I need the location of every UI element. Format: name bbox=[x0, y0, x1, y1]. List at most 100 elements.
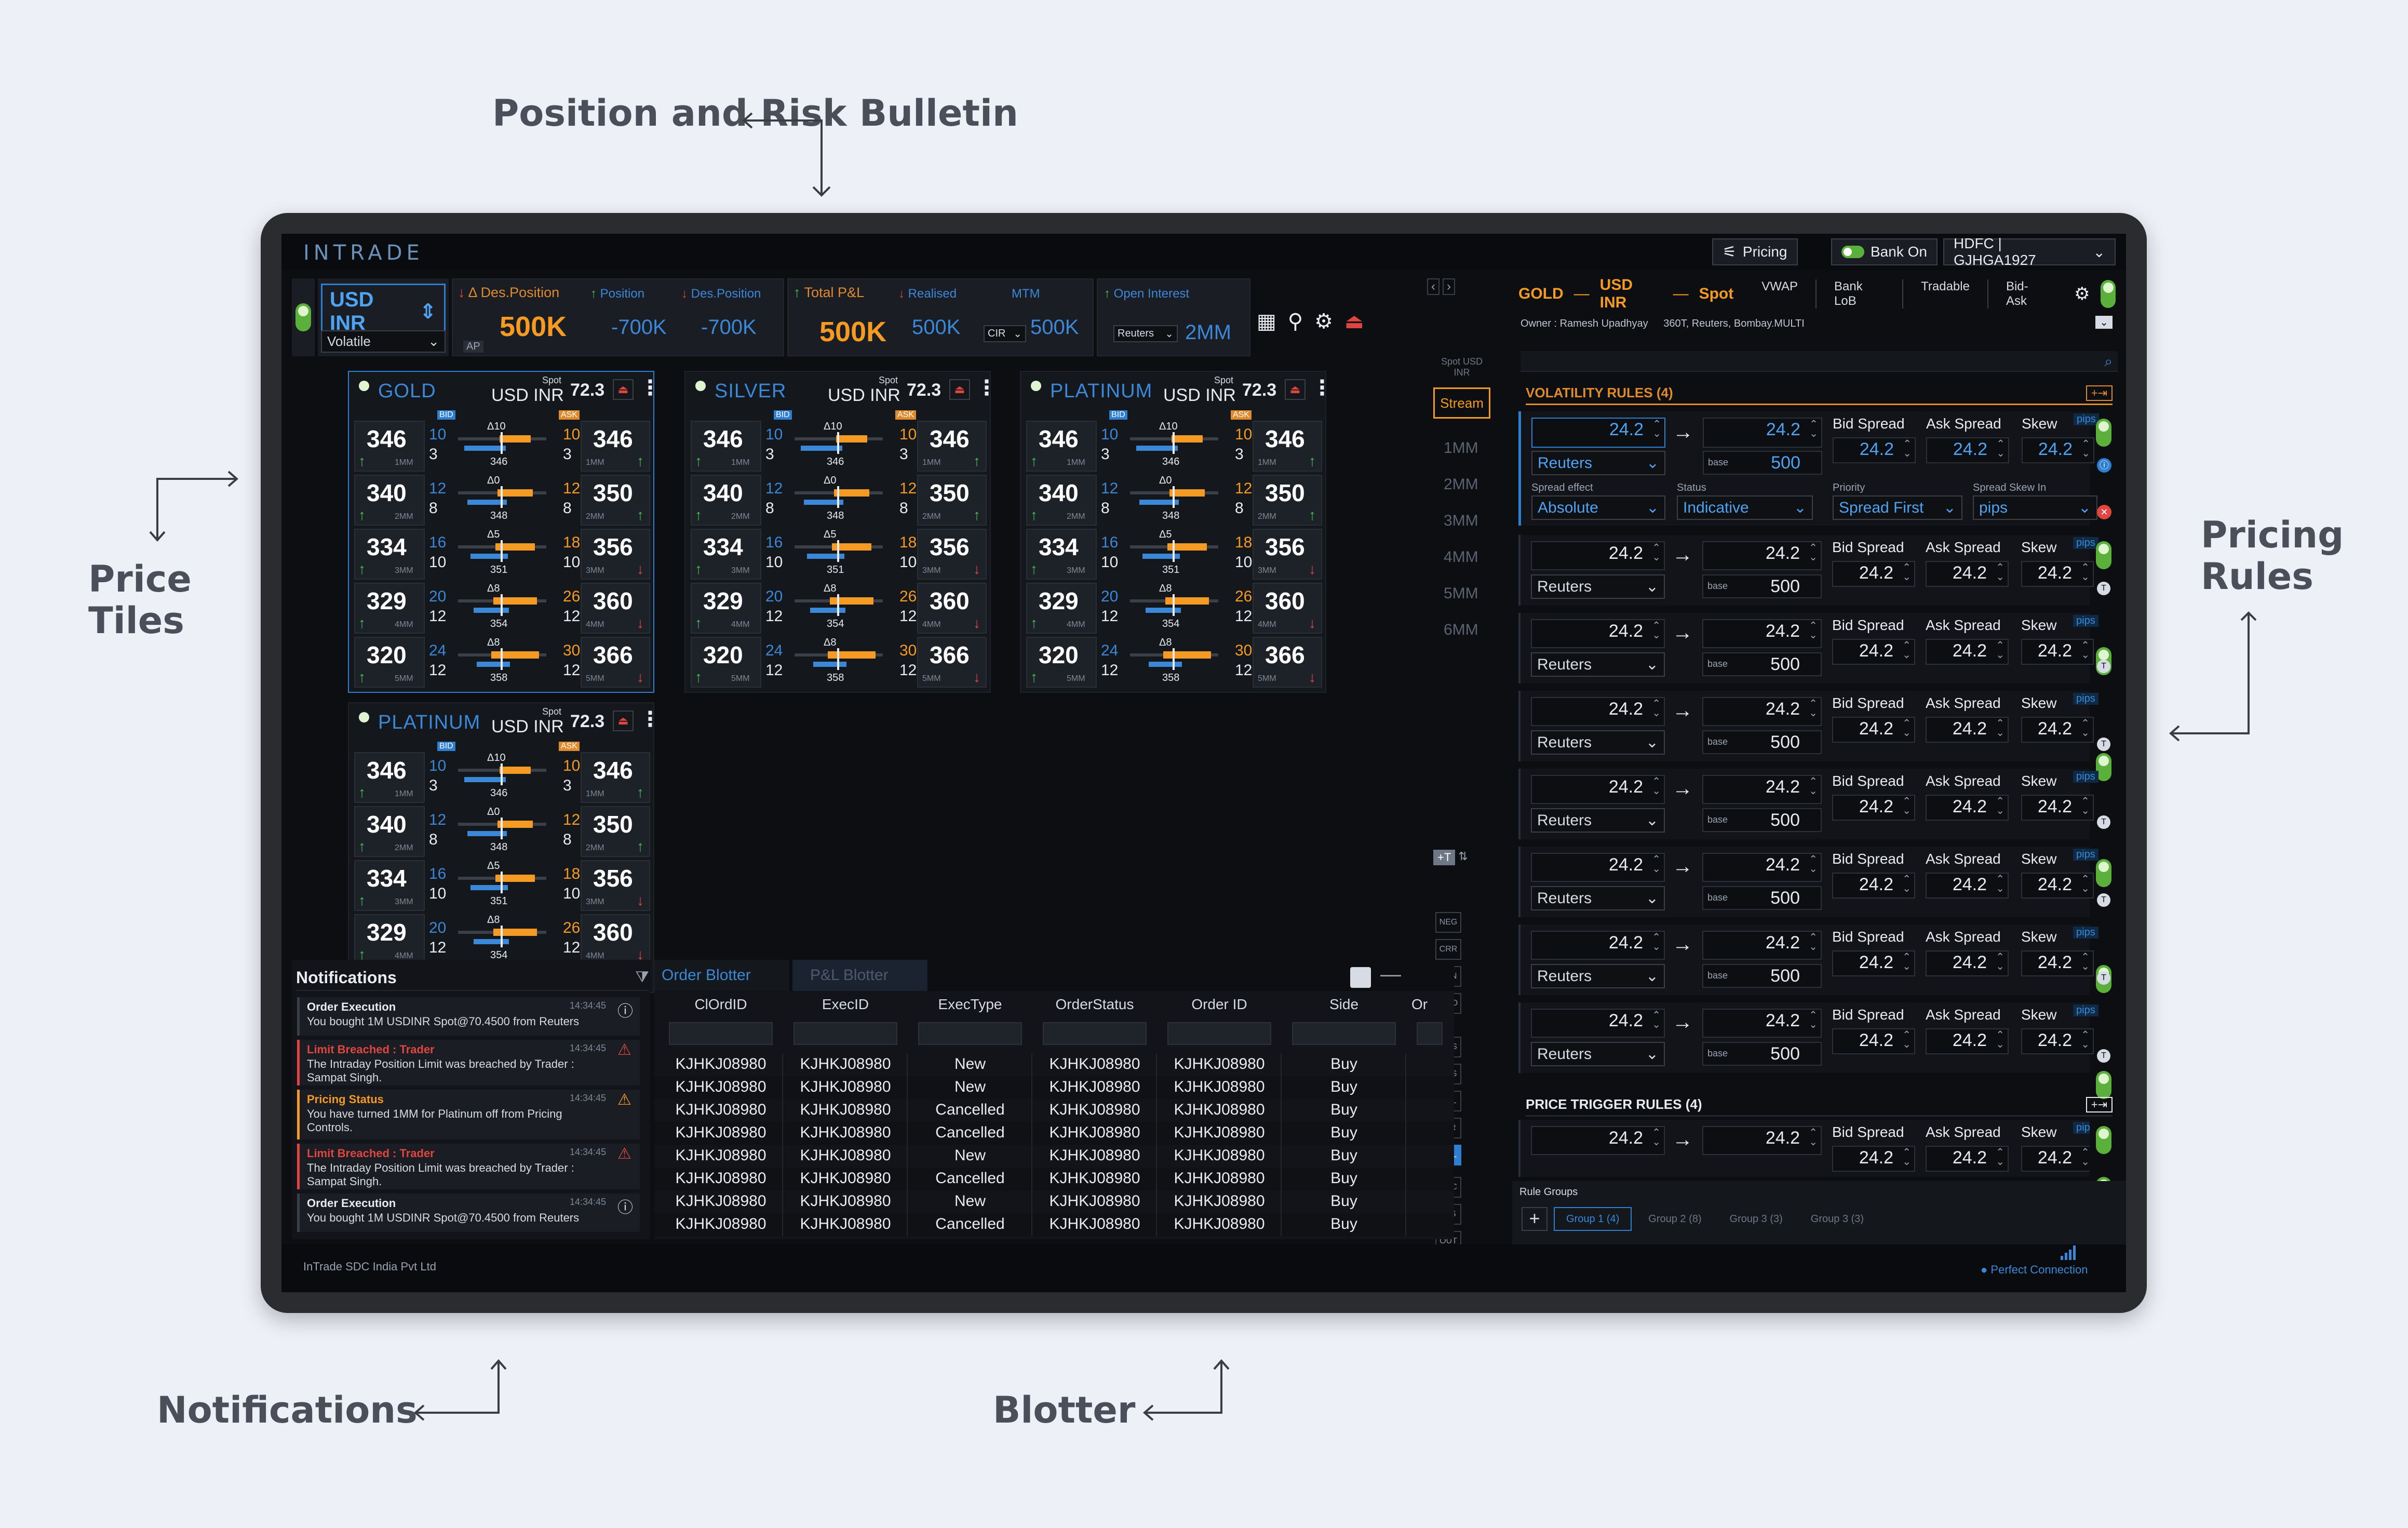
column-filter-input[interactable] bbox=[1043, 1022, 1147, 1045]
ladder-tag[interactable]: CRR bbox=[1435, 939, 1461, 960]
ask-spread-input[interactable]: 24.2 ⌃ ⌄ bbox=[1926, 1146, 2009, 1172]
rule-right-input[interactable]: 24.2 ⌃ ⌄ bbox=[1702, 775, 1822, 804]
trigger-toggle[interactable] bbox=[2096, 1126, 2111, 1154]
skew-in-select[interactable]: pips ⌄ bbox=[1973, 495, 2097, 520]
rule-left-input[interactable]: 24.2 ⌃ ⌄ bbox=[1531, 619, 1665, 648]
pin-icon[interactable]: ⚲ bbox=[1288, 310, 1303, 333]
spread-effect-select[interactable]: Absolute ⌄ bbox=[1531, 495, 1665, 520]
notification-card[interactable]: Limit Breached : Trader 14:34:45 ⚠ The Intr… bbox=[297, 1144, 640, 1189]
bid-spread-input[interactable]: 24.2 ⌃ ⌄ bbox=[1832, 717, 1915, 743]
rule-left-input[interactable]: 24.2 ⌃ ⌄ bbox=[1531, 1009, 1665, 1038]
ladder-tag[interactable]: NEG bbox=[1435, 912, 1461, 933]
rule-base-input[interactable]: base 500 bbox=[1702, 730, 1822, 754]
rule-source-select[interactable]: Reuters ⌄ bbox=[1531, 451, 1665, 475]
filter-icon[interactable]: ⧩ bbox=[635, 969, 649, 986]
skew-input[interactable]: 24.2 ⌃ ⌄ bbox=[2021, 1146, 2090, 1172]
column-header[interactable]: ExecType bbox=[913, 996, 1027, 1013]
ladder-tenor[interactable]: 1MM bbox=[1444, 439, 1478, 457]
bid-spread-input[interactable]: 24.2 ⌃ ⌄ bbox=[1832, 1028, 1915, 1054]
column-header[interactable]: OrderStatus bbox=[1038, 996, 1152, 1013]
table-row[interactable]: KJHKJ08980 KJHKJ08980 New KJHKJ08980 KJHKJ08… bbox=[654, 1145, 1454, 1168]
bid-price-button[interactable]: 329 ↑ 4MM bbox=[1026, 583, 1097, 634]
skew-input[interactable]: 24.2 ⌃ ⌄ bbox=[2021, 717, 2094, 743]
bid-price-button[interactable]: 320 ↑ 5MM bbox=[691, 637, 761, 688]
ladder-tenor[interactable]: 4MM bbox=[1444, 548, 1478, 566]
rule-source-select[interactable]: Reuters ⌄ bbox=[1531, 964, 1665, 988]
rule-right-input[interactable]: 24.2 ⌃ ⌄ bbox=[1702, 541, 1822, 570]
price-tile[interactable]: PLATINUMSpotUSD INR72.3⏏⋮BIDASK346↑1MM10… bbox=[1020, 371, 1326, 693]
rule-base-input[interactable]: base 500 bbox=[1703, 451, 1822, 475]
rule-group-tab[interactable]: Group 3 (3) bbox=[1799, 1207, 1875, 1231]
table-row[interactable]: KJHKJ08980 KJHKJ08980 Cancelled KJHKJ08980 K… bbox=[654, 1099, 1454, 1122]
bid-price-button[interactable]: 329 ↑ 4MM bbox=[691, 583, 761, 634]
more-icon[interactable]: ⋮ bbox=[1312, 376, 1325, 400]
rule-left-input[interactable]: 24.2 ⌃ ⌄ bbox=[1531, 931, 1665, 960]
ask-price-button[interactable]: 356 3MM ↓ bbox=[1253, 529, 1322, 580]
ask-price-button[interactable]: 360 4MM ↓ bbox=[1253, 583, 1322, 634]
rules-toggle[interactable] bbox=[2100, 280, 2116, 308]
table-row[interactable]: KJHKJ08980 KJHKJ08980 Cancelled KJHKJ08980 K… bbox=[654, 1213, 1454, 1236]
rule-enable-toggle[interactable] bbox=[2096, 541, 2111, 569]
ask-price-button[interactable]: 350 2MM ↑ bbox=[581, 806, 650, 857]
price-tile[interactable]: PLATINUMSpotUSD INR72.3⏏⋮BIDASK346↑1MM10… bbox=[348, 702, 654, 993]
bid-price-button[interactable]: 320 ↑ 5MM bbox=[1026, 637, 1097, 688]
bid-spread-input[interactable]: 24.2 ⌃ ⌄ bbox=[1832, 561, 1915, 587]
rule-right-input[interactable]: 24.2 ⌃ ⌄ bbox=[1703, 418, 1822, 448]
rule-type-icon[interactable]: T bbox=[2097, 660, 2110, 673]
column-filter-input[interactable] bbox=[669, 1022, 773, 1045]
rule-base-input[interactable]: base 500 bbox=[1702, 652, 1822, 676]
account-select[interactable]: HDFC | GJHGA1927 ⌄ bbox=[1943, 235, 2116, 268]
table-row[interactable]: KJHKJ08980 KJHKJ08980 New KJHKJ08980 KJHKJ08… bbox=[654, 1076, 1454, 1099]
column-header[interactable]: ClOrdID bbox=[664, 996, 778, 1013]
rule-type-icon[interactable]: T bbox=[2097, 893, 2110, 907]
ask-spread-input[interactable]: 24.2 ⌃ ⌄ bbox=[1926, 561, 2009, 587]
rule-group-tab[interactable]: Group 2 (8) bbox=[1637, 1207, 1713, 1231]
rule-type-icon[interactable]: T bbox=[2097, 815, 2110, 829]
rule-type-icon[interactable]: T bbox=[2097, 971, 2110, 985]
rule-left-input[interactable]: 24.2 ⌃ ⌄ bbox=[1531, 418, 1665, 448]
rule-source-select[interactable]: Reuters ⌄ bbox=[1531, 1042, 1665, 1066]
skew-input[interactable]: 24.2 ⌃ ⌄ bbox=[2021, 795, 2094, 821]
info-icon[interactable]: ⓘ bbox=[2097, 458, 2111, 473]
ask-price-button[interactable]: 360 4MM ↓ bbox=[917, 583, 987, 634]
trigger-left-input[interactable]: 24.2 ⌃ ⌄ bbox=[1531, 1126, 1665, 1155]
gear-icon[interactable]: ⚙ bbox=[2074, 284, 2090, 304]
bid-price-button[interactable]: 340 ↑ 2MM bbox=[354, 806, 425, 857]
rules-tab[interactable]: Tradable bbox=[1902, 279, 1987, 309]
search-icon[interactable]: ⌕ bbox=[2104, 353, 2113, 370]
bulletin-toggle[interactable] bbox=[295, 303, 311, 331]
priority-select[interactable]: Spread First ⌄ bbox=[1833, 495, 1962, 520]
price-tile[interactable]: SILVERSpotUSD INR72.3⏏⋮BIDASK346↑1MM103Δ… bbox=[684, 371, 991, 693]
ladder-tenor[interactable]: 3MM bbox=[1444, 512, 1478, 530]
ask-spread-input[interactable]: 24.2 ⌃ ⌄ bbox=[1926, 873, 2009, 899]
ask-price-button[interactable]: 356 3MM ↓ bbox=[917, 529, 987, 580]
bid-price-button[interactable]: 346 ↑ 1MM bbox=[1026, 421, 1097, 472]
notification-card[interactable]: Order Execution 14:34:45 ⓘ You bought 1M US… bbox=[297, 997, 640, 1036]
ask-spread-input[interactable]: 24.2 ⌃ ⌄ bbox=[1926, 795, 2009, 821]
column-filter-input[interactable] bbox=[1292, 1022, 1396, 1045]
alarm-icon[interactable]: ⏏ bbox=[613, 711, 634, 731]
chevron-right-icon[interactable]: › bbox=[1443, 278, 1455, 295]
alarm-icon[interactable]: ⏏ bbox=[949, 379, 970, 400]
mode-select[interactable]: Volatile ⌄ bbox=[321, 330, 446, 353]
bid-price-button[interactable]: 346 ↑ 1MM bbox=[354, 752, 425, 803]
rule-type-icon[interactable]: T bbox=[2097, 582, 2110, 595]
skew-input[interactable]: 24.2 ⌃ ⌄ bbox=[2021, 950, 2094, 976]
rule-left-input[interactable]: 24.2 ⌃ ⌄ bbox=[1531, 697, 1665, 726]
order-blotter-tab[interactable]: Order Blotter bbox=[654, 960, 789, 991]
rule-base-input[interactable]: base 500 bbox=[1702, 964, 1822, 988]
ask-price-button[interactable]: 346 1MM ↑ bbox=[581, 752, 650, 803]
ask-price-button[interactable]: 360 4MM ↓ bbox=[581, 914, 650, 965]
bid-price-button[interactable]: 346 ↑ 1MM bbox=[354, 421, 425, 472]
add-rule-button[interactable]: +⇥ bbox=[2086, 385, 2113, 401]
rule-type-icon[interactable]: T bbox=[2097, 1049, 2110, 1063]
bank-toggle[interactable]: Bank On bbox=[1831, 238, 1938, 265]
column-header[interactable]: Side bbox=[1287, 996, 1401, 1013]
expand-icon[interactable] bbox=[1350, 967, 1371, 988]
rule-source-select[interactable]: Reuters ⌄ bbox=[1531, 808, 1665, 833]
skew-input[interactable]: 24.2 ⌃ ⌄ bbox=[2021, 1028, 2094, 1054]
add-trigger-button[interactable]: +⇥ bbox=[2086, 1096, 2113, 1113]
bid-price-button[interactable]: 340 ↑ 2MM bbox=[1026, 475, 1097, 526]
ask-price-button[interactable]: 360 4MM ↓ bbox=[581, 583, 650, 634]
bid-price-button[interactable]: 334 ↑ 3MM bbox=[354, 860, 425, 911]
